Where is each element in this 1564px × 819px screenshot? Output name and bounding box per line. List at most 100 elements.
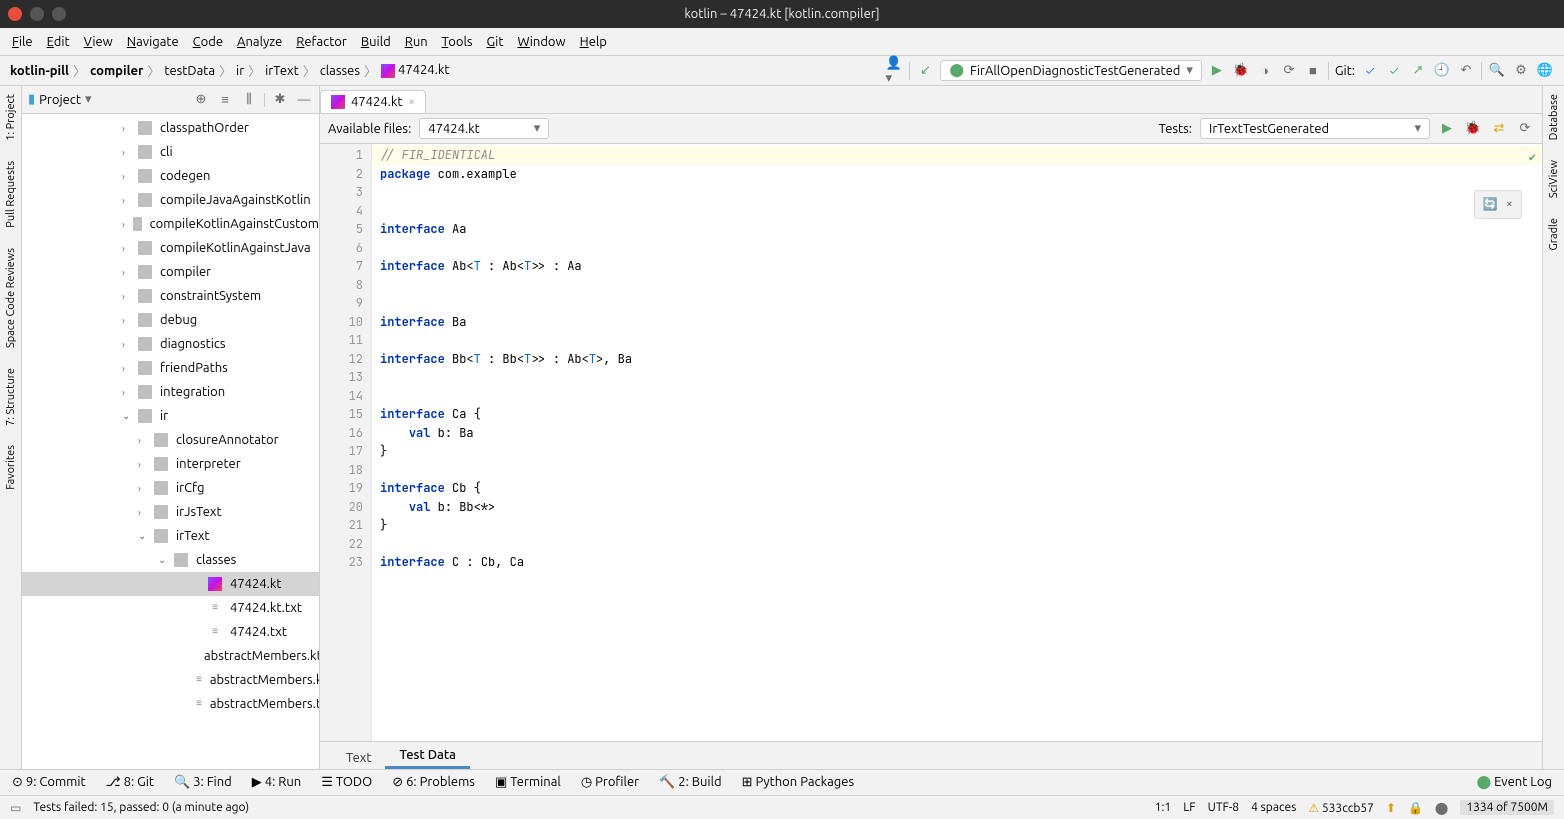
breadcrumb-item[interactable]: testData <box>164 64 215 78</box>
build-tool[interactable]: 🔨 2: Build <box>659 775 722 790</box>
menu-file[interactable]: File <box>12 35 33 49</box>
problems-tool[interactable]: ⊘ 6: Problems <box>392 775 475 790</box>
file-encoding[interactable]: UTF-8 <box>1208 801 1239 814</box>
users-icon[interactable]: 👤▾ <box>885 62 903 80</box>
refresh-icon[interactable]: ⟳ <box>1516 120 1534 138</box>
git-tool[interactable]: ⎇ 8: Git <box>106 775 154 790</box>
find-tool[interactable]: 🔍 3: Find <box>174 775 232 790</box>
profiler-tool[interactable]: ◷ Profiler <box>581 775 639 790</box>
breadcrumb-item[interactable]: ir <box>236 64 244 78</box>
search-everywhere-icon[interactable]: 🔍 <box>1488 62 1506 80</box>
tool-window-settings-icon[interactable]: ✱ <box>271 91 289 109</box>
editor-sub-tab[interactable]: Test Data <box>385 744 470 769</box>
maximize-window-button[interactable] <box>52 7 66 21</box>
tree-item[interactable]: ›cli <box>22 140 319 164</box>
space-icon[interactable]: Space Code Reviews <box>5 248 17 348</box>
breadcrumb-item[interactable]: 47424.kt <box>381 63 450 78</box>
tree-item[interactable]: abstractMembers.kt <box>22 644 319 668</box>
tree-item[interactable]: ›compiler <box>22 260 319 284</box>
event-log-tool[interactable]: ⬤ Event Log <box>1477 775 1552 790</box>
tree-item[interactable]: ›codegen <box>22 164 319 188</box>
run-tool[interactable]: ▶ 4: Run <box>252 775 301 790</box>
breadcrumb-item[interactable]: compiler <box>90 64 143 78</box>
editor-tab[interactable]: 47424.kt × <box>320 90 426 113</box>
processes-icon[interactable]: ⬆ <box>1386 801 1396 815</box>
git-update-icon[interactable]: ✓ <box>1361 62 1379 80</box>
menu-build[interactable]: Build <box>361 35 391 49</box>
code-editor[interactable]: // FIR_IDENTICALpackage com.example inte… <box>372 144 1542 741</box>
tree-item[interactable]: ›irCfg <box>22 476 319 500</box>
tree-item[interactable]: ⌄irText <box>22 524 319 548</box>
tree-item[interactable]: 47424.kt <box>22 572 319 596</box>
project-view-selector[interactable]: ▮ Project ▾ <box>28 92 186 107</box>
tree-item[interactable]: ›friendPaths <box>22 356 319 380</box>
indent-setting[interactable]: 4 spaces <box>1251 801 1296 814</box>
breadcrumb-item[interactable]: irText <box>265 64 299 78</box>
tree-item[interactable]: ≡abstractMembers.tx <box>22 692 319 716</box>
run-configuration-dropdown[interactable]: ⬤ FirAllOpenDiagnosticTestGenerated ▾ <box>940 60 1201 81</box>
git-commit-icon[interactable]: ✓ <box>1385 62 1403 80</box>
debug-test-button[interactable]: 🐞 <box>1464 120 1482 138</box>
terminal-tool[interactable]: ▣ Terminal <box>495 775 561 790</box>
star-icon[interactable]: Favorites <box>5 445 17 490</box>
close-window-button[interactable] <box>8 7 22 21</box>
reader-mode-widget[interactable]: 🔄× <box>1474 190 1522 219</box>
tree-item[interactable]: ›classpathOrder <box>22 116 319 140</box>
structure-icon[interactable]: 7: Structure <box>5 368 17 426</box>
pr-icon[interactable]: Pull Requests <box>5 161 17 228</box>
debug-button[interactable]: 🐞 <box>1232 62 1250 80</box>
tree-item[interactable]: ›constraintSystem <box>22 284 319 308</box>
tree-item[interactable]: ›interpreter <box>22 452 319 476</box>
tree-item[interactable]: ›closureAnnotator <box>22 428 319 452</box>
vcs-update-icon[interactable]: ↙ <box>916 62 934 80</box>
menu-window[interactable]: Window <box>517 35 565 49</box>
tree-item[interactable]: ›diagnostics <box>22 332 319 356</box>
tree-item[interactable]: ≡47424.txt <box>22 620 319 644</box>
menu-help[interactable]: Help <box>580 35 607 49</box>
menu-analyze[interactable]: Analyze <box>237 35 282 49</box>
run-test-button[interactable]: ▶ <box>1438 120 1456 138</box>
git-branch[interactable]: ⚠ 533ccb57 <box>1308 801 1374 815</box>
minimize-window-button[interactable] <box>30 7 44 21</box>
coverage-button[interactable]: ◑ <box>1256 62 1274 80</box>
tree-item[interactable]: ›compileJavaAgainstKotlin <box>22 188 319 212</box>
stop-button[interactable]: ■ <box>1304 62 1322 80</box>
tests-dropdown[interactable]: IrTextTestGenerated▾ <box>1200 118 1430 139</box>
tree-item[interactable]: ⌄ir <box>22 404 319 428</box>
inspection-ok-icon[interactable]: ✔ <box>1529 148 1536 167</box>
commit-tool[interactable]: ⊙ 9: Commit <box>12 775 86 790</box>
warn-icon[interactable]: ⇄ <box>1490 120 1508 138</box>
git-rollback-icon[interactable]: ↶ <box>1457 62 1475 80</box>
locate-file-icon[interactable]: ⊕ <box>192 91 210 109</box>
ide-avatar-icon[interactable]: 🌐 <box>1536 62 1554 80</box>
sciview-icon[interactable]: SciView <box>1548 160 1560 198</box>
available-files-dropdown[interactable]: 47424.kt▾ <box>419 118 549 139</box>
profile-button[interactable]: ⟳ <box>1280 62 1298 80</box>
todo-tool[interactable]: ☰ TODO <box>321 775 372 790</box>
breadcrumb-item[interactable]: classes <box>320 64 360 78</box>
tree-item[interactable]: ›compileKotlinAgainstJava <box>22 236 319 260</box>
expand-all-icon[interactable]: ≡ <box>216 91 234 109</box>
menu-tools[interactable]: Tools <box>442 35 473 49</box>
close-tab-icon[interactable]: × <box>409 96 415 108</box>
database-icon[interactable]: Database <box>1548 94 1560 140</box>
menu-refactor[interactable]: Refactor <box>296 35 347 49</box>
collapse-all-icon[interactable]: ⫼ <box>240 91 258 109</box>
tree-item[interactable]: ≡abstractMembers.kt. <box>22 668 319 692</box>
tree-item[interactable]: ›integration <box>22 380 319 404</box>
tree-item[interactable]: ≡47424.kt.txt <box>22 596 319 620</box>
hide-tool-window-icon[interactable]: — <box>295 91 313 109</box>
line-separator[interactable]: LF <box>1183 801 1195 814</box>
settings-icon[interactable]: ⚙ <box>1512 62 1530 80</box>
memory-indicator[interactable]: 1334 of 7500M <box>1460 800 1554 815</box>
menu-git[interactable]: Git <box>487 35 504 49</box>
project-tree[interactable]: ›classpathOrder›cli›codegen›compileJavaA… <box>22 114 319 769</box>
tree-item[interactable]: ›debug <box>22 308 319 332</box>
gradle-icon[interactable]: Gradle <box>1548 218 1560 251</box>
git-push-icon[interactable]: ↗ <box>1409 62 1427 80</box>
python-packages-tool[interactable]: ⊞ Python Packages <box>742 775 855 790</box>
menu-run[interactable]: Run <box>405 35 428 49</box>
lock-icon[interactable]: 🔒 <box>1408 801 1423 815</box>
menu-view[interactable]: View <box>84 35 113 49</box>
cursor-position[interactable]: 1:1 <box>1155 801 1172 814</box>
